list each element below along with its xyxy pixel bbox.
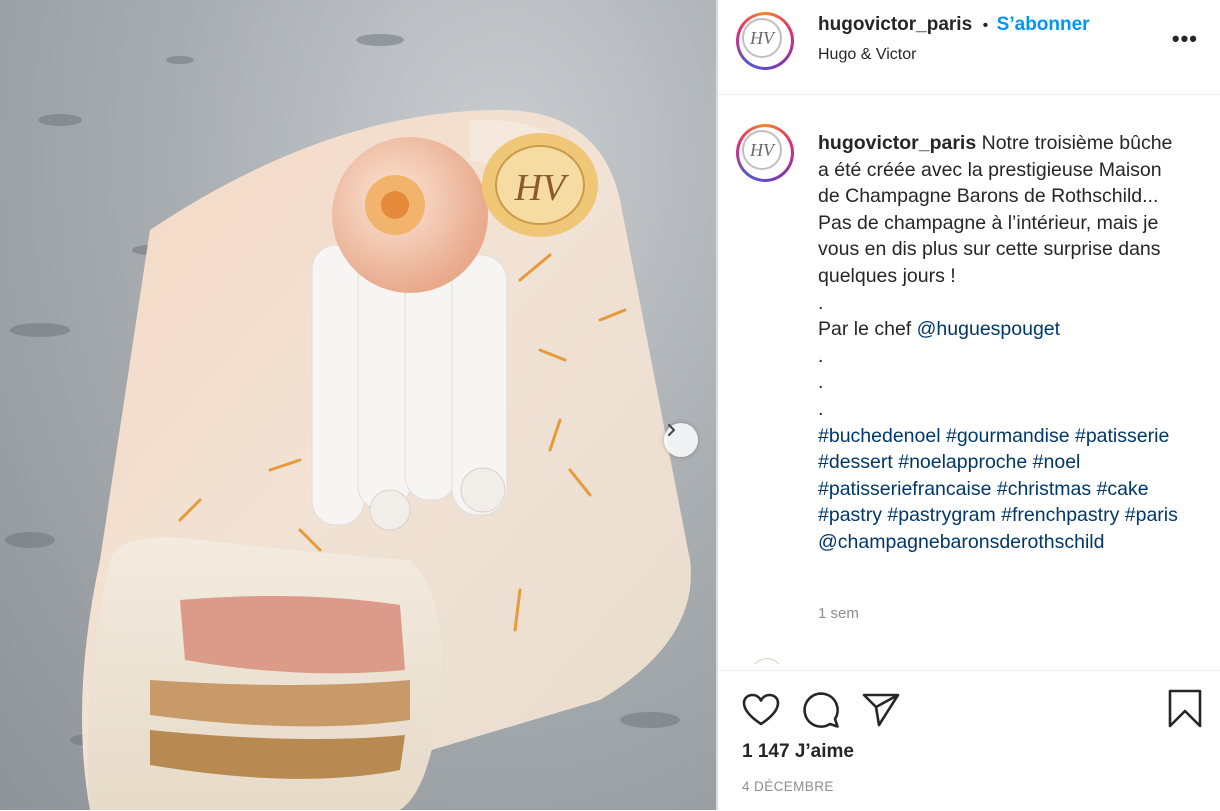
more-options-button[interactable]: ••• [1172, 26, 1198, 52]
hashtag-link[interactable]: #buchedenoel [818, 425, 941, 447]
avatar[interactable]: HV [736, 12, 794, 70]
buche-photo-illustration: HV [5, 34, 691, 810]
save-button[interactable] [1168, 689, 1202, 734]
next-photo-button[interactable] [664, 423, 698, 457]
paper-plane-icon [862, 693, 900, 727]
hashtag-link[interactable]: #cake [1097, 478, 1149, 500]
caption-username[interactable]: hugovictor_paris [818, 132, 976, 154]
caption-dot: . [818, 371, 824, 394]
hashtag-link[interactable]: #frenchpastry [1001, 504, 1119, 526]
header-separator: • [982, 17, 989, 34]
hashtag-link[interactable]: #patisseriefrancaise [818, 478, 991, 500]
hashtag-list: #buchedenoel #gourmandise #patisserie #d… [818, 423, 1188, 556]
hashtag-link[interactable]: #noel [1033, 451, 1081, 473]
brand-mention-link[interactable]: @champagnebaronsderothschild [818, 531, 1104, 553]
caption-avatar[interactable]: HV [736, 124, 794, 182]
post-sidebar: HV hugovictor_paris • S’abonner Hugo & V… [718, 0, 1220, 810]
caption-dot: . [818, 291, 824, 314]
heart-icon [742, 693, 780, 726]
comment-button[interactable] [802, 691, 840, 734]
chevron-right-icon [668, 424, 675, 436]
avatar-logo: HV [742, 18, 782, 58]
share-button[interactable] [862, 692, 900, 733]
like-button[interactable] [742, 693, 780, 732]
hashtag-link[interactable]: #christmas [997, 478, 1091, 500]
header-username[interactable]: hugovictor_paris [818, 14, 972, 35]
post-photo[interactable]: HV [0, 0, 716, 810]
post-date[interactable]: 4 DÉCEMBRE [742, 779, 834, 794]
comment-icon [803, 692, 839, 728]
hashtag-link[interactable]: #gourmandise [946, 425, 1070, 447]
caption-time[interactable]: 1 sem [818, 605, 859, 622]
bookmark-icon [1168, 689, 1202, 728]
like-count[interactable]: 1 147 J’aime [742, 741, 854, 763]
caption: hugovictor_paris Notre troisième bûche a… [818, 130, 1188, 556]
caption-avatar-logo: HV [742, 130, 782, 170]
instagram-post-modal: HV HV hugovictor_paris • S’abonner Hugo … [0, 0, 1220, 810]
hashtag-link[interactable]: #paris [1125, 504, 1178, 526]
caption-dot: . [818, 397, 824, 420]
chef-mention-link[interactable]: @huguespouget [917, 318, 1060, 340]
hashtag-link[interactable]: #patisserie [1075, 425, 1169, 447]
follow-button[interactable]: S’abonner [997, 14, 1090, 35]
hashtag-link[interactable]: #noelapproche [898, 451, 1027, 473]
hashtag-link[interactable]: #dessert [818, 451, 893, 473]
caption-dot: . [818, 344, 824, 367]
medallion-logo-mark: HV [514, 167, 569, 209]
hashtag-link[interactable]: #pastry [818, 504, 882, 526]
comment-avatar-partial [751, 658, 783, 664]
post-header: HV hugovictor_paris • S’abonner Hugo & V… [718, 0, 1220, 95]
chef-prefix: Par le chef [818, 318, 917, 341]
caption-text: Notre troisième bûche a été créée avec l… [818, 132, 1173, 287]
hashtag-link[interactable]: #pastrygram [887, 504, 995, 526]
header-location[interactable]: Hugo & Victor [818, 46, 916, 64]
